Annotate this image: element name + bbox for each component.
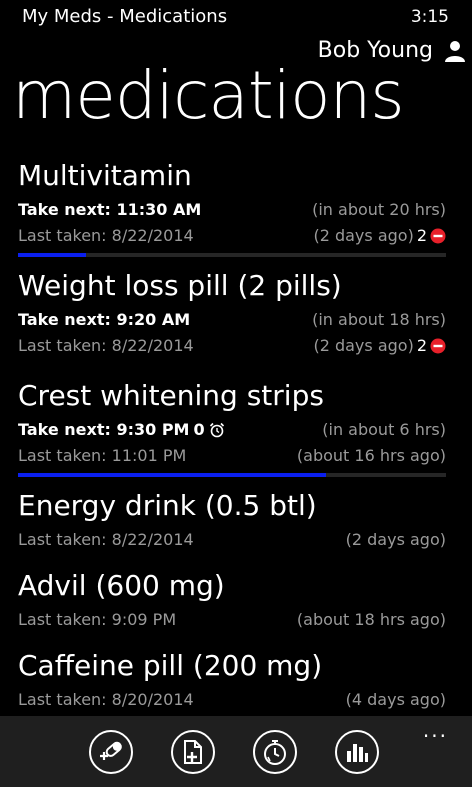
medication-name: Multivitamin bbox=[18, 159, 192, 192]
medication-item-advil[interactable]: Advil (600 mg) Last taken: 9:09 PM (abou… bbox=[0, 568, 472, 640]
add-medication-icon bbox=[184, 740, 202, 764]
take-pill-button[interactable] bbox=[89, 730, 133, 774]
last-taken-date: Last taken: 8/22/2014 bbox=[18, 530, 194, 549]
stop-icon bbox=[430, 338, 446, 354]
medication-name: Crest whitening strips bbox=[18, 379, 324, 412]
last-taken-row: Last taken: 8/22/2014 (2 days ago) 2 bbox=[18, 334, 446, 358]
medication-name: Weight loss pill (2 pills) bbox=[18, 269, 342, 302]
take-next-row: Take next: 9:20 AM (in about 18 hrs) bbox=[18, 308, 446, 332]
medication-name: Energy drink (0.5 btl) bbox=[18, 489, 317, 522]
last-taken-date: Last taken: 8/22/2014 bbox=[18, 336, 194, 355]
dose-progress-fill bbox=[18, 473, 327, 477]
last-taken-relative: (2 days ago) bbox=[313, 226, 414, 245]
last-taken-row: Last taken: 11:01 PM (about 16 hrs ago) bbox=[18, 444, 446, 468]
last-taken-relative: (2 days ago) bbox=[345, 530, 446, 549]
clock: 3:15 bbox=[410, 7, 449, 27]
medication-name: Caffeine pill (200 mg) bbox=[18, 649, 323, 682]
alarm-clock-icon bbox=[209, 422, 224, 438]
medication-name: Advil (600 mg) bbox=[18, 569, 225, 602]
last-taken-relative-group: (2 days ago) 2 bbox=[313, 224, 446, 248]
last-taken-date: Last taken: 8/22/2014 bbox=[18, 226, 194, 245]
last-taken-date: Last taken: 8/20/2014 bbox=[18, 690, 194, 709]
medication-item-weight-loss-pill[interactable]: Weight loss pill (2 pills) Take next: 9:… bbox=[0, 268, 472, 363]
last-taken-relative: (about 16 hrs ago) bbox=[296, 446, 446, 465]
missed-count: 2 bbox=[416, 336, 427, 355]
take-next-time: Take next: 11:30 AM bbox=[18, 200, 202, 219]
medication-item-caffeine-pill[interactable]: Caffeine pill (200 mg) Last taken: 8/20/… bbox=[0, 648, 472, 720]
page-title: medications bbox=[12, 57, 405, 134]
last-taken-relative: (4 days ago) bbox=[345, 690, 446, 709]
person-icon bbox=[445, 40, 465, 62]
more-options-button[interactable]: ... bbox=[423, 720, 448, 740]
last-taken-date: Last taken: 9:09 PM bbox=[18, 610, 177, 629]
last-taken-row: Last taken: 8/20/2014 (4 days ago) bbox=[18, 688, 446, 712]
app-bar: ... bbox=[0, 716, 472, 787]
last-taken-relative: (about 18 hrs ago) bbox=[296, 610, 446, 629]
last-taken-row: Last taken: 8/22/2014 (2 days ago) bbox=[18, 528, 446, 552]
take-next-relative: (in about 20 hrs) bbox=[312, 200, 446, 219]
dose-progress-fill bbox=[18, 253, 87, 257]
take-next-time: Take next: 9:30 PM bbox=[18, 420, 190, 439]
dose-progress-bar bbox=[18, 473, 446, 477]
last-taken-relative: (2 days ago) bbox=[313, 336, 414, 355]
app-title: My Meds - Medications bbox=[22, 6, 228, 27]
take-next-relative: (in about 6 hrs) bbox=[322, 420, 446, 439]
medication-item-multivitamin[interactable]: Multivitamin Take next: 11:30 AM (in abo… bbox=[0, 158, 472, 260]
last-taken-row: Last taken: 8/22/2014 (2 days ago) 2 bbox=[18, 224, 446, 248]
take-next-time: Take next: 9:20 AM bbox=[18, 310, 191, 329]
take-next-row: Take next: 11:30 AM (in about 20 hrs) bbox=[18, 198, 446, 222]
last-taken-row: Last taken: 9:09 PM (about 18 hrs ago) bbox=[18, 608, 446, 632]
medication-item-crest-whitening-strips[interactable]: Crest whitening strips Take next: 9:30 P… bbox=[0, 378, 472, 480]
reminder-timer-button[interactable] bbox=[253, 730, 297, 774]
status-bar: My Meds - Medications 3:15 bbox=[0, 0, 472, 34]
reminder-timer-icon bbox=[264, 740, 286, 765]
take-next-relative: (in about 18 hrs) bbox=[312, 310, 446, 329]
add-medication-button[interactable] bbox=[171, 730, 215, 774]
last-taken-date: Last taken: 11:01 PM bbox=[18, 446, 187, 465]
last-taken-relative-group: (2 days ago) 2 bbox=[313, 334, 446, 358]
stop-icon bbox=[430, 228, 446, 244]
missed-count: 2 bbox=[416, 226, 427, 245]
alarm-count: 0 bbox=[193, 420, 205, 439]
history-chart-button[interactable] bbox=[335, 730, 379, 774]
medications-page: My Meds - Medications 3:15 Bob Young med… bbox=[0, 0, 472, 787]
dose-progress-bar bbox=[18, 253, 446, 257]
take-next-row: Take next: 9:30 PM 0 (in about 6 hrs) bbox=[18, 418, 446, 442]
take-next-group: Take next: 9:30 PM 0 bbox=[18, 418, 225, 442]
history-chart-icon bbox=[347, 744, 368, 762]
medication-item-energy-drink[interactable]: Energy drink (0.5 btl) Last taken: 8/22/… bbox=[0, 488, 472, 560]
take-pill-icon bbox=[100, 741, 122, 760]
